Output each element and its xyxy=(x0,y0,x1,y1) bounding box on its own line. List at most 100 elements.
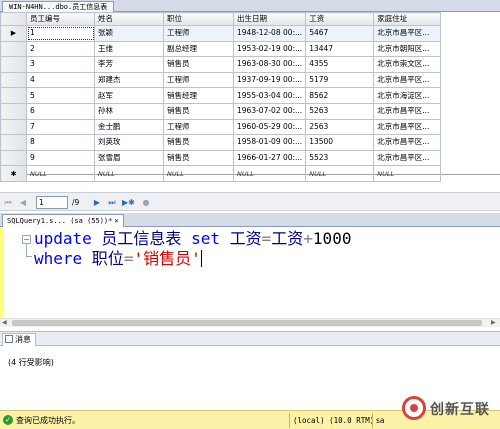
table-cell[interactable]: 王维 xyxy=(94,40,164,58)
table-cell[interactable]: 李芳 xyxy=(94,56,164,73)
scroll-right-icon[interactable]: ▶ xyxy=(491,319,496,327)
table-cell[interactable]: 2563 xyxy=(305,118,375,136)
results-tab[interactable]: WIN-N4HN...dbo.员工信息表 xyxy=(2,1,115,12)
null-cell[interactable]: NULL xyxy=(232,165,307,182)
table-row[interactable]: 2 王维 副总经理 1953-02-19 00:... 13447 北京市朝阳区… xyxy=(0,40,442,58)
table-cell[interactable]: 8562 xyxy=(305,87,375,104)
row-header[interactable] xyxy=(0,87,27,104)
last-record-icon[interactable]: ⏭ xyxy=(107,197,117,208)
table-cell[interactable]: 8 xyxy=(26,134,95,151)
table-cell[interactable]: 销售员 xyxy=(163,102,234,120)
table-cell[interactable]: 张雪眉 xyxy=(94,149,164,167)
previous-record-icon[interactable]: ◀ xyxy=(18,197,28,208)
table-row[interactable]: 5 赵军 销售经理 1955-03-04 00:... 8562 北京市海淀区.… xyxy=(0,87,442,104)
table-cell[interactable]: 13500 xyxy=(305,134,375,151)
table-cell[interactable]: 北京市崇文区... xyxy=(373,56,442,73)
table-cell[interactable]: 副总经理 xyxy=(163,40,234,58)
table-cell[interactable]: 13447 xyxy=(305,40,375,58)
table-cell[interactable]: 1948-12-08 00:... xyxy=(232,25,307,42)
table-cell[interactable]: 5179 xyxy=(305,71,375,89)
scroll-left-icon[interactable]: ◀ xyxy=(2,319,7,327)
table-cell[interactable]: 工程师 xyxy=(163,71,234,89)
table-cell[interactable]: 6 xyxy=(26,102,95,120)
column-header[interactable]: 姓名 xyxy=(94,12,164,26)
new-row[interactable]: ✱ NULL NULL NULL NULL NULL NULL xyxy=(0,165,442,182)
table-cell[interactable]: 北京市昌平区... xyxy=(373,25,442,42)
code-line-2[interactable]: where 职位='销售员' xyxy=(34,249,202,269)
record-position-input[interactable]: 1 xyxy=(36,196,68,209)
table-cell[interactable]: 5523 xyxy=(305,149,375,167)
table-cell[interactable]: 郑建杰 xyxy=(94,71,164,89)
table-cell[interactable]: 孙林 xyxy=(94,102,164,120)
table-cell[interactable]: 销售经理 xyxy=(163,87,234,104)
close-tab-icon[interactable]: × xyxy=(114,217,118,225)
table-row[interactable]: 7 金士鹏 工程师 1960-05-29 00:... 2563 北京市昌平区.… xyxy=(0,118,442,136)
table-cell[interactable]: 1937-09-19 00:... xyxy=(232,71,307,89)
table-cell[interactable]: 1958-01-09 00:... xyxy=(232,134,307,151)
stop-icon[interactable]: ● xyxy=(141,197,151,208)
column-header[interactable]: 员工编号 xyxy=(26,12,95,26)
first-record-icon[interactable]: ⏮ xyxy=(3,197,13,208)
table-cell[interactable]: 张颖 xyxy=(94,25,164,42)
table-cell[interactable]: 刘英玫 xyxy=(94,134,164,151)
table-cell[interactable]: 工程师 xyxy=(163,118,234,136)
column-header[interactable]: 职位 xyxy=(163,12,234,26)
table-row[interactable]: 4 郑建杰 工程师 1937-09-19 00:... 5179 北京市昌平区.… xyxy=(0,71,442,89)
table-cell[interactable]: 销售员 xyxy=(163,149,234,167)
table-cell[interactable]: 工程师 xyxy=(163,25,234,42)
corner-cell[interactable] xyxy=(0,12,27,26)
table-cell[interactable]: 销售员 xyxy=(163,134,234,151)
table-row[interactable]: 8 刘英玫 销售员 1958-01-09 00:... 13500 北京市昌平区… xyxy=(0,134,442,151)
table-cell[interactable]: 赵军 xyxy=(94,87,164,104)
table-cell[interactable]: 1963-07-02 00:... xyxy=(232,102,307,120)
table-cell[interactable]: 北京市朝阳区... xyxy=(373,40,442,58)
table-cell[interactable]: 5467 xyxy=(305,25,375,42)
query-tab[interactable]: SQLQuery1.s... (sa (55))* × xyxy=(2,214,124,227)
table-cell[interactable]: 销售员 xyxy=(163,56,234,73)
row-header[interactable] xyxy=(0,134,27,151)
table-cell[interactable]: 北京市昌平区... xyxy=(373,149,442,167)
table-cell[interactable]: 1953-02-19 00:... xyxy=(232,40,307,58)
table-cell[interactable]: 北京市昌平区... xyxy=(373,71,442,89)
null-cell[interactable]: NULL xyxy=(94,165,164,182)
table-cell[interactable]: 北京市昌平区... xyxy=(373,118,442,136)
table-row[interactable]: ▶ 1 张颖 工程师 1948-12-08 00:... 5467 北京市昌平区… xyxy=(0,25,442,42)
table-cell[interactable]: 4 xyxy=(26,71,95,89)
new-record-icon[interactable]: ▶✱ xyxy=(122,197,135,208)
table-cell[interactable]: 1963-08-30 00:... xyxy=(232,56,307,73)
column-header[interactable]: 家庭住址 xyxy=(373,12,442,26)
null-cell[interactable]: NULL xyxy=(305,165,375,182)
table-cell[interactable]: 北京市昌平区... xyxy=(373,102,442,120)
table-cell[interactable]: 金士鹏 xyxy=(94,118,164,136)
table-row[interactable]: 9 张雪眉 销售员 1966-01-27 00:... 5523 北京市昌平区.… xyxy=(0,149,442,167)
next-record-icon[interactable]: ▶ xyxy=(92,197,102,208)
new-row-asterisk-icon[interactable]: ✱ xyxy=(0,165,27,182)
table-cell[interactable]: 北京市海淀区... xyxy=(373,87,442,104)
table-cell[interactable]: 7 xyxy=(26,118,95,136)
row-header[interactable] xyxy=(0,149,27,167)
table-cell[interactable]: 3 xyxy=(26,56,95,73)
table-cell[interactable]: 9 xyxy=(26,149,95,167)
table-cell[interactable]: 2 xyxy=(26,40,95,58)
row-header[interactable] xyxy=(0,118,27,136)
table-cell[interactable]: 1960-05-29 00:... xyxy=(232,118,307,136)
messages-tab[interactable]: 消息 xyxy=(2,333,36,346)
column-header[interactable]: 出生日期 xyxy=(232,12,307,26)
table-cell[interactable]: 北京市昌平区... xyxy=(373,134,442,151)
null-cell[interactable]: NULL xyxy=(163,165,234,182)
row-header[interactable] xyxy=(0,71,27,89)
current-row-arrow-icon[interactable]: ▶ xyxy=(0,25,27,42)
table-cell[interactable]: 1966-01-27 00:... xyxy=(232,149,307,167)
table-row[interactable]: 3 李芳 销售员 1963-08-30 00:... 4355 北京市崇文区..… xyxy=(0,56,442,73)
row-header[interactable] xyxy=(0,40,27,58)
scrollbar-thumb[interactable] xyxy=(12,320,482,326)
table-row[interactable]: 6 孙林 销售员 1963-07-02 00:... 5263 北京市昌平区..… xyxy=(0,102,442,120)
null-cell[interactable]: NULL xyxy=(373,165,442,182)
row-header[interactable] xyxy=(0,56,27,73)
horizontal-scrollbar[interactable]: ◀ ▶ xyxy=(0,318,500,327)
table-cell[interactable]: 5263 xyxy=(305,102,375,120)
sql-editor[interactable]: − update 员工信息表 set 工资=工资+1000 where 职位='… xyxy=(0,228,500,326)
table-cell[interactable]: 4355 xyxy=(305,56,375,73)
table-cell[interactable]: 1 xyxy=(26,25,95,42)
column-header[interactable]: 工资 xyxy=(305,12,375,26)
